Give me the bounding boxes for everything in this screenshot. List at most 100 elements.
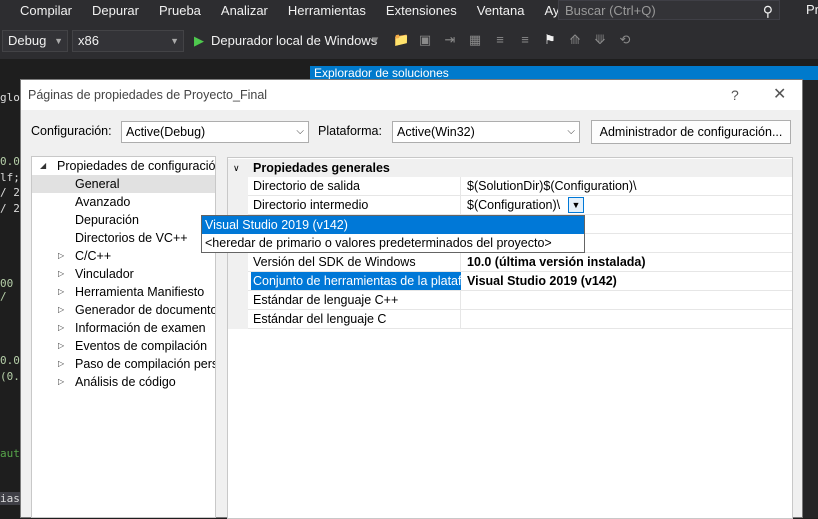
- comment-icon[interactable]: ≡: [493, 32, 507, 48]
- property-name: Directorio de salida: [253, 179, 360, 193]
- property-value[interactable]: 10.0 (última versión instalada): [467, 253, 646, 271]
- menu-item-cut[interactable]: Pr: [806, 2, 818, 17]
- tree-item[interactable]: Depuración: [32, 211, 215, 229]
- property-name: Conjunto de herramientas de la plataform…: [251, 272, 461, 290]
- toolbar-icons: ▾ 📁 ▣ ⇥ ▦ ≡ ≡ ⚑ ⟰ ⟱ ⟲: [368, 32, 632, 48]
- property-row[interactable]: Conjunto de herramientas de la plataform…: [248, 272, 792, 291]
- prev-bookmark-icon[interactable]: ⟰: [568, 32, 582, 48]
- tree-item-label: Avanzado: [75, 195, 131, 209]
- help-button[interactable]: ?: [731, 80, 739, 110]
- tree-item-label: Vinculador: [75, 267, 134, 281]
- solution-platform-select[interactable]: x86 ▼: [72, 30, 184, 52]
- search-icon: ⚲: [762, 3, 773, 19]
- tree-item-label: Herramienta Manifiesto: [75, 285, 205, 299]
- solution-explorer-tab[interactable]: Explorador de soluciones: [310, 66, 818, 80]
- menu-item-5[interactable]: Extensiones: [376, 3, 467, 18]
- section-header[interactable]: ∨ Propiedades generales: [228, 159, 792, 177]
- chevron-down-icon[interactable]: ∨: [233, 159, 240, 177]
- expand-icon[interactable]: ▷: [58, 319, 64, 337]
- search-box[interactable]: Buscar (Ctrl+Q) ⚲: [558, 0, 780, 20]
- tree-item[interactable]: ▷ Eventos de compilación: [32, 337, 215, 355]
- dropdown-option[interactable]: <heredar de primario o valores predeterm…: [202, 234, 584, 252]
- collapse-icon[interactable]: ◢: [40, 157, 46, 175]
- property-name: Versión del SDK de Windows: [253, 255, 416, 269]
- tree-item[interactable]: ▷ Paso de compilación personalizado: [32, 355, 215, 373]
- clear-bookmarks-icon[interactable]: ⟲: [618, 32, 632, 48]
- menu-item-2[interactable]: Prueba: [149, 3, 211, 18]
- tree-item[interactable]: ▷ Análisis de código: [32, 373, 215, 391]
- uncomment-icon[interactable]: ≡: [518, 32, 532, 48]
- menu-item-4[interactable]: Herramientas: [278, 3, 376, 18]
- dialog-title-bar: Páginas de propiedades de Proyecto_Final…: [21, 80, 802, 110]
- play-icon[interactable]: ▶: [194, 33, 204, 49]
- property-row[interactable]: Directorio intermedio $(Configuration)\: [248, 196, 792, 215]
- tree-item[interactable]: Avanzado: [32, 193, 215, 211]
- tree-item-label: Eventos de compilación: [75, 339, 208, 353]
- property-name: Estándar del lenguaje C: [253, 312, 387, 326]
- platform-select[interactable]: Active(Win32) ⌵: [392, 121, 580, 143]
- toolbar: Debug ▼ x86 ▼ ▶ Depurador local de Windo…: [0, 21, 818, 59]
- tree-item-label: Análisis de código: [75, 375, 176, 389]
- tree-root[interactable]: ◢ Propiedades de configuración: [32, 157, 215, 175]
- expand-icon[interactable]: ▷: [58, 301, 64, 319]
- configuration-label: Configuración:: [31, 124, 112, 138]
- property-row[interactable]: Estándar de lenguaje C++: [248, 291, 792, 310]
- dropdown-option[interactable]: Visual Studio 2019 (v142): [202, 216, 584, 234]
- property-value[interactable]: Visual Studio 2019 (v142): [467, 272, 617, 290]
- tree-item-label: Directorios de VC++: [75, 231, 188, 245]
- property-value[interactable]: $(Configuration)\: [467, 196, 560, 214]
- screenshot-icon[interactable]: ▣: [418, 32, 432, 48]
- grid-gutter: [228, 177, 248, 329]
- tree-item[interactable]: ▷ Vinculador: [32, 265, 215, 283]
- search-input[interactable]: Buscar (Ctrl+Q): [565, 3, 656, 18]
- dialog-title: Páginas de propiedades de Proyecto_Final: [28, 88, 268, 102]
- property-row[interactable]: Estándar del lenguaje C: [248, 310, 792, 329]
- property-tree: ◢ Propiedades de configuración General Av…: [31, 156, 216, 518]
- code-editor-strip: glo 0.0 lf; / 2 / 2 00 / 0.0 (0.0 aut ia…: [0, 59, 27, 518]
- chevron-down-icon: ▼: [54, 36, 63, 46]
- configuration-select[interactable]: Active(Debug) ⌵: [121, 121, 309, 143]
- solution-config-select[interactable]: Debug ▼: [2, 30, 68, 52]
- side-panel: [803, 80, 818, 518]
- expand-icon[interactable]: ▷: [58, 265, 64, 283]
- expand-icon[interactable]: ▷: [58, 337, 64, 355]
- next-bookmark-icon[interactable]: ⟱: [593, 32, 607, 48]
- bookmark-icon[interactable]: ⚑: [543, 32, 557, 48]
- tree-item-label: C/C++: [75, 249, 112, 263]
- property-value[interactable]: $(SolutionDir)$(Configuration)\: [467, 177, 637, 195]
- expand-icon[interactable]: ▷: [58, 283, 64, 301]
- property-row[interactable]: Versión del SDK de Windows 10.0 (última v…: [248, 253, 792, 272]
- menu-item-0[interactable]: Compilar: [0, 3, 82, 18]
- chevron-down-icon: ⌵: [567, 126, 575, 137]
- menu-item-6[interactable]: Ventana: [467, 3, 535, 18]
- property-name: Estándar de lenguaje C++: [253, 293, 399, 307]
- expand-icon[interactable]: ▷: [58, 373, 64, 391]
- chevron-down-icon: ▼: [170, 36, 179, 46]
- start-debugging-button[interactable]: Depurador local de Windows: [211, 33, 377, 48]
- tree-item[interactable]: ▷ Generador de documentos: [32, 301, 215, 319]
- tree-item[interactable]: ▷ Información de examen: [32, 319, 215, 337]
- dropdown-arrow-icon[interactable]: ▾: [368, 32, 382, 48]
- expand-icon[interactable]: ▷: [58, 355, 64, 373]
- tree-item-label: Depuración: [75, 213, 139, 227]
- configuration-manager-button[interactable]: Administrador de configuración...: [591, 120, 791, 144]
- step-icon[interactable]: ⇥: [443, 32, 457, 48]
- tree-item[interactable]: Directorios de VC++: [32, 229, 215, 247]
- tree-item-label: General: [75, 177, 120, 191]
- menu-item-3[interactable]: Analizar: [211, 3, 278, 18]
- close-icon[interactable]: ✕: [773, 80, 786, 110]
- expand-icon[interactable]: ▷: [58, 247, 64, 265]
- property-grid: ∨ Propiedades generales Directorio de sa…: [227, 157, 793, 519]
- property-row[interactable]: Directorio de salida $(SolutionDir)$(Conf…: [248, 177, 792, 196]
- property-pages-dialog: Páginas de propiedades de Proyecto_Final…: [20, 79, 803, 519]
- tree-item[interactable]: ▷ C/C++: [32, 247, 215, 265]
- property-name: Directorio intermedio: [253, 198, 369, 212]
- tree-item[interactable]: General: [32, 175, 215, 193]
- tree-item-label: Información de examen: [75, 321, 206, 335]
- tree-item[interactable]: ▷ Herramienta Manifiesto: [32, 283, 215, 301]
- layout-icon[interactable]: ▦: [468, 32, 482, 48]
- menu-item-1[interactable]: Depurar: [82, 3, 149, 18]
- dropdown-button[interactable]: ▼: [568, 197, 584, 213]
- chevron-down-icon: ⌵: [296, 126, 304, 137]
- open-folder-icon[interactable]: 📁: [393, 32, 409, 48]
